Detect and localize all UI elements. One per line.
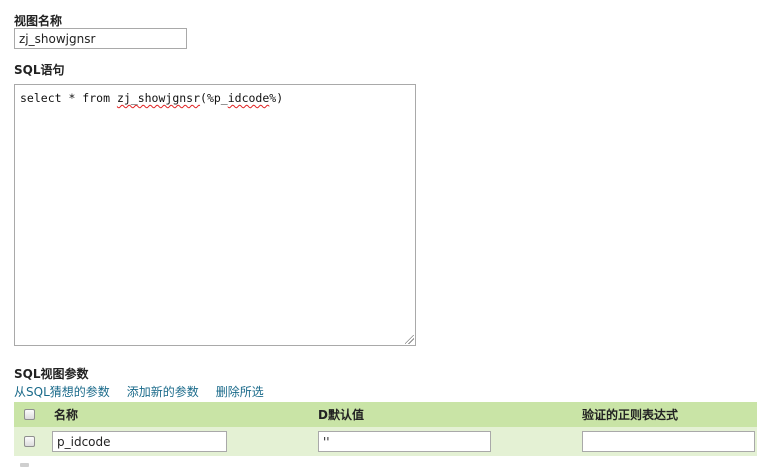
table-row — [14, 427, 757, 456]
param-regex-input[interactable] — [582, 431, 755, 452]
select-all-checkbox[interactable] — [24, 409, 35, 420]
column-header-default: D默认值 — [318, 408, 364, 422]
view-name-input[interactable] — [14, 28, 187, 49]
row-select-cell — [24, 427, 35, 456]
sql-statement-label: SQL语句 — [14, 63, 65, 77]
param-default-cell — [318, 427, 491, 456]
param-actions: 从SQL猜想的参数 添加新的参数 删除所选 — [14, 383, 281, 400]
add-param-link[interactable]: 添加新的参数 — [127, 385, 199, 399]
param-name-cell — [52, 427, 227, 456]
sql-view-params-label: SQL视图参数 — [14, 367, 89, 381]
sql-textarea[interactable] — [15, 85, 415, 345]
column-header-regex: 验证的正则表达式 — [582, 408, 679, 422]
param-name-input[interactable] — [52, 431, 227, 452]
param-regex-cell — [582, 427, 755, 456]
select-all-cell — [24, 402, 35, 427]
params-table: 名称 D默认值 验证的正则表达式 — [14, 402, 757, 456]
row-checkbox[interactable] — [24, 436, 35, 447]
view-name-label: 视图名称 — [14, 14, 63, 28]
sql-editor[interactable]: select * from zj_showjgnsr(%p_idcode%) — [14, 84, 416, 346]
params-table-header: 名称 D默认值 验证的正则表达式 — [14, 402, 757, 427]
delete-selected-link[interactable]: 删除所选 — [216, 385, 264, 399]
guess-params-link[interactable]: 从SQL猜想的参数 — [14, 385, 110, 399]
param-default-input[interactable] — [318, 431, 491, 452]
next-row-checkbox-edge — [20, 463, 29, 467]
column-header-name: 名称 — [54, 408, 79, 422]
